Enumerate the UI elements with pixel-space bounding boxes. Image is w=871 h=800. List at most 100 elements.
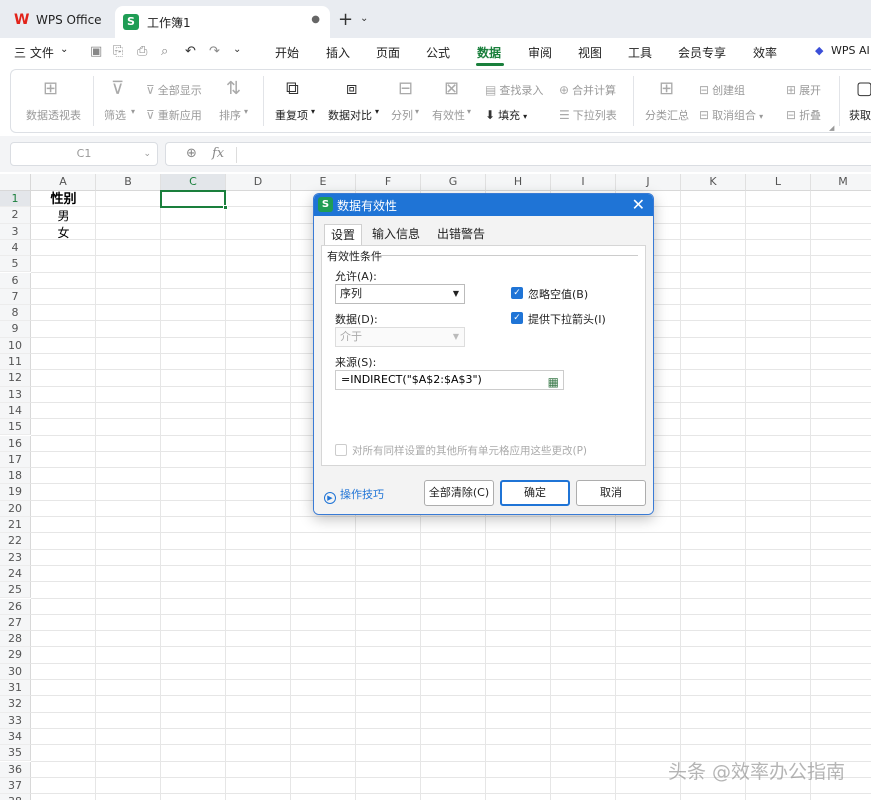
- compare-chevron-icon[interactable]: ▾: [375, 107, 379, 116]
- row-header-30[interactable]: 30: [0, 663, 31, 680]
- sort-button[interactable]: 排序: [219, 107, 241, 123]
- preview-icon[interactable]: ⌕: [161, 44, 168, 59]
- name-box-chevron-icon[interactable]: ⌄: [143, 143, 151, 165]
- undo-icon[interactable]: ↶: [185, 44, 196, 59]
- ignore-blank-checkbox[interactable]: ✓: [511, 287, 523, 299]
- row-header-12[interactable]: 12: [0, 370, 31, 387]
- menu-member[interactable]: 会员专享: [678, 44, 726, 61]
- unsaved-dot-icon[interactable]: ●: [311, 14, 320, 25]
- row-header-13[interactable]: 13: [0, 386, 31, 403]
- tab-list-chevron-icon[interactable]: ⌄: [360, 13, 368, 24]
- name-box[interactable]: C1 ⌄: [10, 142, 158, 166]
- row-header-4[interactable]: 4: [0, 239, 31, 257]
- source-input[interactable]: =INDIRECT("$A$2:$A$3") ▦: [335, 370, 564, 390]
- menu-start[interactable]: 开始: [275, 44, 299, 61]
- fill-chevron-icon[interactable]: ▾: [523, 112, 527, 121]
- column-header-k[interactable]: K: [681, 174, 746, 191]
- row-header-7[interactable]: 7: [0, 288, 31, 306]
- filter-chevron-icon[interactable]: ▾: [131, 107, 135, 116]
- row-header-21[interactable]: 21: [0, 517, 31, 534]
- column-header-m[interactable]: M: [811, 174, 871, 191]
- row-header-22[interactable]: 22: [0, 533, 31, 550]
- select-all-corner[interactable]: [0, 174, 31, 191]
- expand-button[interactable]: 展开: [799, 84, 821, 97]
- menu-efficiency[interactable]: 效率: [753, 44, 777, 61]
- row-header-17[interactable]: 17: [0, 451, 31, 469]
- duplicates-button[interactable]: 重复项: [275, 107, 308, 123]
- close-icon[interactable]: ✕: [632, 195, 645, 214]
- menu-data[interactable]: 数据: [477, 44, 501, 61]
- apply-all-checkbox[interactable]: [335, 444, 347, 456]
- row-header-28[interactable]: 28: [0, 631, 31, 648]
- row-header-37[interactable]: 37: [0, 777, 31, 795]
- data-select[interactable]: 介于 ▼: [335, 327, 465, 347]
- ungroup-button[interactable]: 取消组合: [712, 109, 756, 122]
- cell-a1[interactable]: 性别: [31, 192, 96, 208]
- row-header-14[interactable]: 14: [0, 402, 31, 420]
- row-header-8[interactable]: 8: [0, 305, 31, 322]
- apply-all-label[interactable]: 对所有同样设置的其他所有单元格应用这些更改(P): [352, 443, 587, 458]
- create-group-button[interactable]: 创建组: [712, 84, 745, 97]
- dropdown-arrow-label[interactable]: 提供下拉箭头(I): [528, 311, 606, 327]
- consolidate-button[interactable]: 合并计算: [572, 84, 616, 97]
- row-header-1[interactable]: 1: [0, 191, 31, 208]
- save-icon[interactable]: ▣: [90, 44, 102, 59]
- menu-formula[interactable]: 公式: [426, 44, 450, 61]
- row-header-10[interactable]: 10: [0, 337, 31, 354]
- column-header-f[interactable]: F: [356, 174, 421, 191]
- menu-tools[interactable]: 工具: [628, 44, 652, 61]
- row-header-36[interactable]: 36: [0, 761, 31, 778]
- column-header-c[interactable]: C: [161, 174, 226, 191]
- menu-wps-ai[interactable]: WPS AI: [831, 44, 870, 57]
- file-menu-chevron-icon[interactable]: ⌄: [60, 44, 68, 55]
- print-icon[interactable]: ⎙: [137, 44, 147, 59]
- column-header-a[interactable]: A: [31, 174, 96, 191]
- ungroup-chevron-icon[interactable]: ▾: [759, 112, 763, 121]
- menu-insert[interactable]: 插入: [326, 44, 350, 61]
- row-header-3[interactable]: 3: [0, 223, 31, 240]
- duplicates-chevron-icon[interactable]: ▾: [311, 107, 315, 116]
- tab-wps-office[interactable]: W WPS Office: [8, 6, 108, 34]
- row-header-15[interactable]: 15: [0, 419, 31, 436]
- row-header-18[interactable]: 18: [0, 468, 31, 485]
- sort-chevron-icon[interactable]: ▾: [244, 107, 248, 116]
- fx-icon[interactable]: fx: [212, 146, 224, 161]
- range-select-icon[interactable]: ▦: [548, 373, 559, 391]
- fill-handle[interactable]: [223, 205, 228, 210]
- data-select-arrow-icon[interactable]: ▼: [453, 328, 459, 346]
- row-header-25[interactable]: 25: [0, 582, 31, 599]
- fill-button[interactable]: 填充: [498, 109, 520, 122]
- column-header-j[interactable]: J: [616, 174, 681, 191]
- row-header-31[interactable]: 31: [0, 680, 31, 697]
- row-header-2[interactable]: 2: [0, 207, 31, 224]
- wps-ai-icon[interactable]: ◆: [815, 44, 823, 57]
- dialog-title-bar[interactable]: S 数据有效性 ✕: [314, 194, 653, 216]
- menu-view[interactable]: 视图: [578, 44, 602, 61]
- collapse-button[interactable]: 折叠: [799, 109, 821, 122]
- row-header-6[interactable]: 6: [0, 272, 31, 289]
- row-header-23[interactable]: 23: [0, 549, 31, 566]
- validity-button[interactable]: 有效性: [432, 107, 465, 123]
- column-header-h[interactable]: H: [486, 174, 551, 191]
- new-tab-plus-icon[interactable]: +: [338, 9, 353, 30]
- row-header-11[interactable]: 11: [0, 354, 31, 371]
- menu-page[interactable]: 页面: [376, 44, 400, 61]
- tab-error-alert[interactable]: 出错警告: [431, 224, 491, 246]
- redo-icon[interactable]: ↷: [209, 44, 220, 59]
- find-entry-button[interactable]: 查找录入: [499, 84, 543, 97]
- filter-button[interactable]: 筛选: [104, 107, 126, 123]
- row-header-26[interactable]: 26: [0, 598, 31, 615]
- export-icon[interactable]: ⎘: [113, 44, 123, 59]
- row-header-16[interactable]: 16: [0, 435, 31, 452]
- row-header-34[interactable]: 34: [0, 728, 31, 746]
- row-header-32[interactable]: 32: [0, 696, 31, 713]
- allow-select-arrow-icon[interactable]: ▼: [453, 285, 459, 303]
- column-header-e[interactable]: E: [291, 174, 356, 191]
- cell-a2[interactable]: 男: [31, 208, 96, 224]
- dropdown-list-button[interactable]: 下拉列表: [573, 109, 617, 122]
- row-header-38[interactable]: 38: [0, 794, 31, 800]
- pivot-table-button[interactable]: 数据透视表: [26, 107, 81, 123]
- row-header-24[interactable]: 24: [0, 565, 31, 583]
- subtotal-button[interactable]: 分类汇总: [645, 107, 689, 123]
- tips-label[interactable]: 操作技巧: [340, 488, 384, 501]
